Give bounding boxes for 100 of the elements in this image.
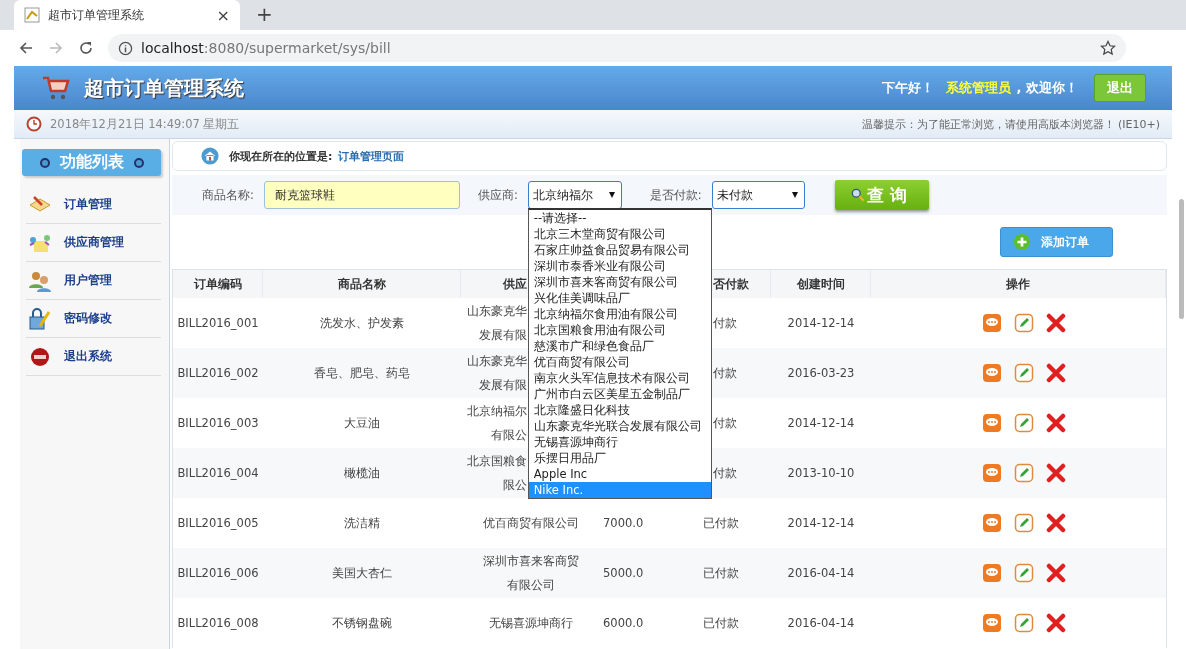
table-cell-text: 香皂、肥皂、药皂 [313,365,411,382]
supplier-option[interactable]: 深圳市泰香米业有限公司 [528,258,711,274]
greeting-text: 下午好！ [881,79,934,97]
bookmark-star-icon[interactable] [1100,40,1116,56]
sidebar-title: 功能列表 [22,149,161,176]
table-cell-text: 美国大杏仁 [331,565,393,582]
table-cell-text: 付款 [713,415,738,432]
table-cell-text: 深圳市喜来客商贸 有限公司 [482,553,580,594]
search-icon [850,188,865,202]
delete-icon[interactable] [1045,513,1066,533]
current-page-link[interactable]: 订单管理页面 [338,148,405,164]
forward-icon[interactable] [48,40,64,56]
delete-icon[interactable] [1045,563,1066,583]
speech-bubble-icon[interactable] [981,363,1002,383]
reload-icon[interactable] [78,40,94,56]
table-cell-text: 2014-12-14 [786,515,856,532]
sidebar-item[interactable]: 订单管理 [26,186,161,224]
supplier-option[interactable]: 兴化佳美调味品厂 [528,290,711,306]
table-cell-text: 洗洁精 [343,515,381,532]
delete-icon[interactable] [1045,313,1066,333]
product-name-label: 商品名称: [202,187,254,203]
table-cell-text: 付款 [713,315,738,332]
table-cell-text: 付款 [713,465,738,482]
clock-icon [26,116,42,132]
supplier-option[interactable]: 广州市白云区美星五金制品厂 [528,386,711,402]
caret-icon [791,192,798,198]
supplier-option[interactable]: 石家庄帅益食品贸易有限公司 [528,242,711,258]
supplier-option[interactable]: 北京三木堂商贸有限公司 [528,226,711,242]
info-icon [118,40,133,56]
delete-icon[interactable] [1045,463,1066,483]
table-cell-text: 山东豪克华 发展有限 [466,353,527,394]
supplier-option[interactable]: 北京纳福尔食用油有限公司 [528,306,711,322]
speech-bubble-icon[interactable] [981,413,1002,433]
supplier-option[interactable]: 南京火头军信息技术有限公司 [528,370,711,386]
table-cell-text: 已付款 [702,515,740,532]
table-cell-text: 2016-03-23 [786,365,856,382]
supplier-option[interactable]: 北京国粮食用油有限公司 [528,322,711,338]
table-cell-text: BILL2016_005 [176,515,260,532]
speech-bubble-icon[interactable] [981,313,1002,333]
sidebar-item[interactable]: 供应商管理 [26,224,161,262]
supplier-option[interactable]: 优百商贸有限公司 [528,354,711,370]
pencil-icon[interactable] [1013,413,1034,433]
date-time-text: 2018年12月21日 14:49:07 星期五 [50,116,241,132]
shopping-cart-icon [42,75,70,101]
table-cell-text: 北京纳福尔 有限公 [466,403,527,444]
table-cell-text: BILL2016_008 [176,615,260,632]
sidebar-item[interactable]: 退出系统 [26,338,161,376]
supplier-option[interactable]: 乐摆日用品厂 [528,450,711,466]
table-cell-text: 付款 [713,365,738,382]
speech-bubble-icon[interactable] [981,613,1002,633]
system-title: 超市订单管理系统 [84,74,244,102]
supplier-option[interactable]: 慈溪市广和绿色食品厂 [528,338,711,354]
delete-icon[interactable] [1045,363,1066,383]
plus-icon [1013,233,1031,251]
welcome-text: , 欢迎你！ [1016,79,1078,97]
table-cell-text: 优百商贸有限公司 [482,515,580,532]
browser-tab[interactable]: 超市订单管理系统 × [14,0,240,30]
table-cell-text: 橄榄油 [343,465,381,482]
pencil-icon[interactable] [1013,563,1034,583]
supplier-select[interactable]: 北京纳福尔 [527,181,622,209]
table-cell-text: 2013-10-10 [786,465,856,482]
delete-icon[interactable] [1045,413,1066,433]
supplier-option[interactable]: Apple Inc [528,466,711,482]
table-cell-text: 2016-04-14 [786,565,856,582]
supplier-option[interactable]: 山东豪克华光联合发展有限公司 [528,418,711,434]
table-cell-text: 北京国粮食 限公 [466,453,527,494]
pencil-icon[interactable] [1013,513,1034,533]
table-cell-text: 7000.0 [602,515,645,532]
table-cell-text: BILL2016_002 [176,365,260,382]
supplier-option[interactable]: --请选择-- [528,210,711,226]
sidebar-item[interactable]: 用户管理 [26,262,161,300]
new-tab-button[interactable]: + [256,2,273,26]
table-cell-text: 不锈钢盘碗 [331,615,393,632]
browser-notice: 温馨提示：为了能正常浏览，请使用高版本浏览器！ (IE10+) [861,116,1160,132]
delete-icon[interactable] [1045,613,1066,633]
speech-bubble-icon[interactable] [981,513,1002,533]
pencil-icon[interactable] [1013,313,1034,333]
home-icon [201,147,219,165]
sidebar-item[interactable]: 密码修改 [26,300,161,338]
back-icon[interactable] [18,40,34,56]
pencil-icon[interactable] [1013,463,1034,483]
table-cell-text: 5000.0 [602,565,645,582]
supplier-option[interactable]: 深圳市喜来客商贸有限公司 [528,274,711,290]
supplier-option[interactable]: 无锡喜源坤商行 [528,434,711,450]
table-cell-text: 大豆油 [343,415,381,432]
supplier-option[interactable]: 北京隆盛日化科技 [528,402,711,418]
product-name-field[interactable]: 耐克篮球鞋 [263,181,460,209]
tab-title: 超市订单管理系统 [48,6,145,24]
scrollbar-thumb[interactable] [1179,199,1184,319]
close-tab-button[interactable]: × [216,5,230,25]
pencil-icon[interactable] [1013,613,1034,633]
pencil-icon[interactable] [1013,363,1034,383]
table-cell-text: 2016-04-14 [786,615,856,632]
speech-bubble-icon[interactable] [981,463,1002,483]
table-cell-text: BILL2016_004 [176,465,260,482]
table-cell-text: 无锡喜源坤商行 [488,615,574,632]
paid-status-select[interactable]: 未付款 [711,181,805,209]
address-field[interactable]: localhost:8080/supermarket/sys/bill [108,34,1126,62]
speech-bubble-icon[interactable] [981,563,1002,583]
table-cell-text: BILL2016_001 [176,315,260,332]
